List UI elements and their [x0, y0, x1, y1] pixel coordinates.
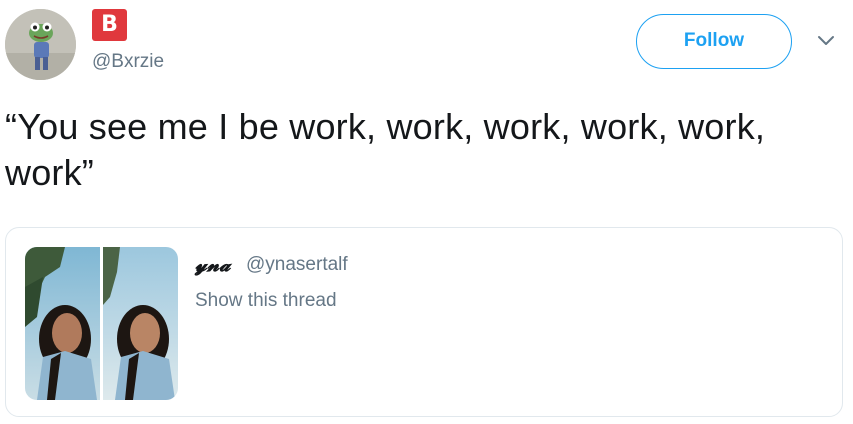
- photo-collage-thumbnail: [25, 247, 178, 400]
- quoted-tweet-card[interactable]: 𝔂𝓷𝓪 @ynasertalf Show this thread: [5, 227, 843, 417]
- chevron-down-icon[interactable]: [816, 34, 836, 48]
- show-thread-link[interactable]: Show this thread: [195, 290, 337, 312]
- quoted-tweet-media[interactable]: [25, 247, 178, 400]
- avatar[interactable]: [5, 9, 76, 80]
- author-handle[interactable]: @Bxrzie: [92, 51, 164, 73]
- frog-avatar-icon: [5, 9, 76, 80]
- quoted-handle[interactable]: @ynasertalf: [246, 254, 348, 276]
- author-name-badge[interactable]: B: [92, 9, 127, 41]
- tweet-text: “You see me I be work, work, work, work,…: [5, 106, 766, 193]
- follow-button[interactable]: Follow: [636, 14, 792, 69]
- quoted-display-name[interactable]: 𝔂𝓷𝓪: [195, 254, 231, 276]
